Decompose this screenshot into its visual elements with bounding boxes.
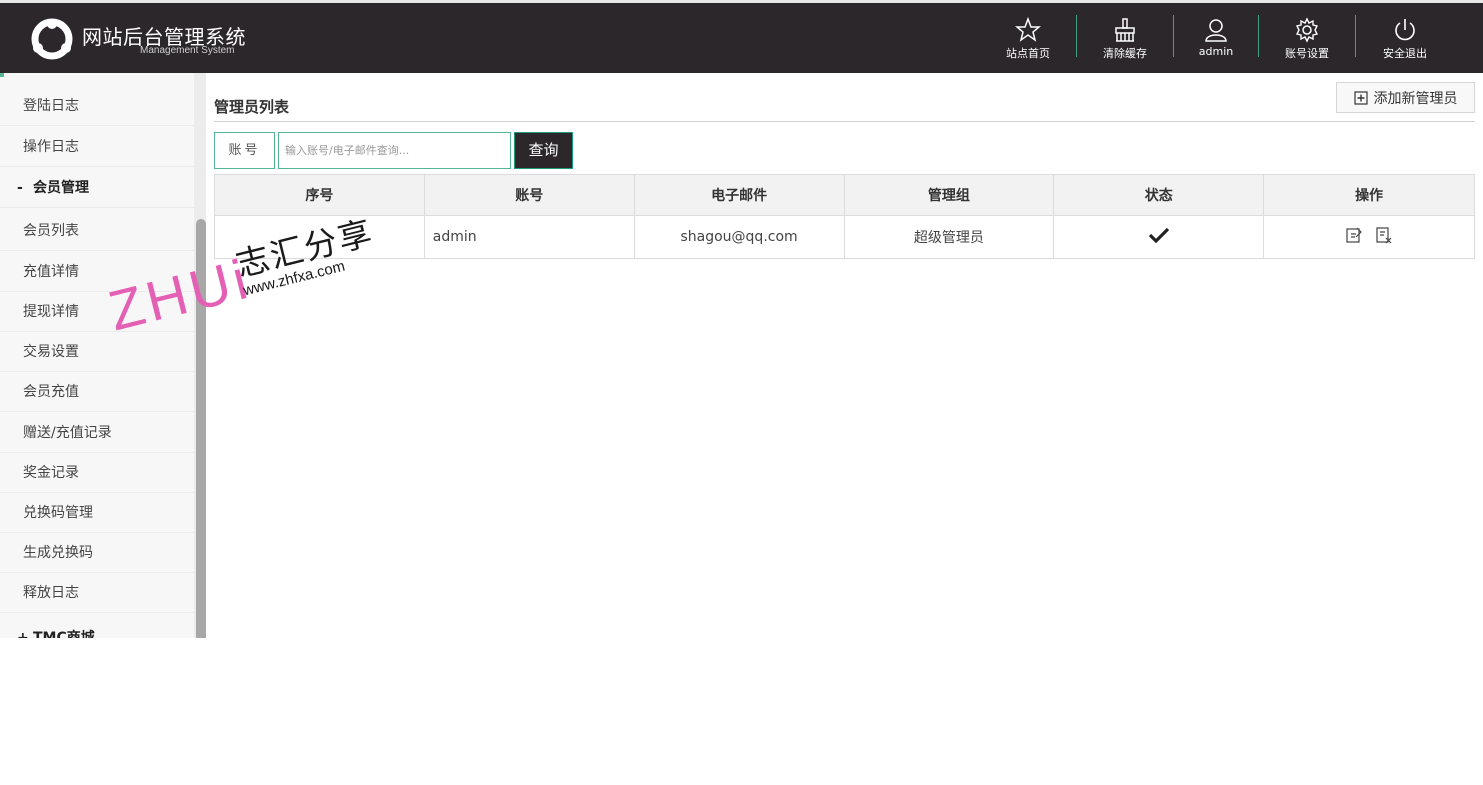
delete-icon[interactable] — [1375, 226, 1393, 244]
sidebar-item-label: 会员列表 — [23, 223, 79, 239]
nav-logout-label: 安全退出 — [1383, 47, 1427, 60]
cell-group: 超级管理员 — [843, 215, 1055, 259]
power-icon — [1395, 19, 1415, 41]
brand-subtitle: Management System — [140, 45, 235, 56]
sidebar-item-label: 奖金记录 — [23, 465, 79, 481]
cell-account: admin — [423, 215, 635, 259]
sidebar-item-trade-settings[interactable]: 交易设置 — [0, 332, 194, 372]
nav-site-home-label: 站点首页 — [1006, 47, 1050, 60]
top-header: 网站后台管理系统 Management System 站点首页 清除缓存 adm… — [0, 3, 1483, 73]
sidebar: 登陆日志 操作日志 - 会员管理 会员列表 充值详情 提现详情 交易设置 会员充值… — [0, 73, 206, 638]
sidebar-item-label: 兑换码管理 — [23, 505, 93, 521]
broom-icon — [1115, 18, 1135, 42]
nav-account-settings[interactable]: 账号设置 — [1280, 17, 1334, 61]
nav-divider — [1355, 15, 1356, 57]
sidebar-item-label: 交易设置 — [23, 344, 79, 360]
column-header: 序号 — [214, 174, 425, 216]
column-header: 电子邮件 — [633, 174, 845, 216]
search-input[interactable] — [278, 132, 511, 169]
sidebar-group-label: TMC商城 — [33, 630, 95, 638]
sidebar-item-member-recharge[interactable]: 会员充值 — [0, 372, 194, 412]
sidebar-scrollbar-thumb[interactable] — [196, 219, 206, 638]
column-header: 状态 — [1053, 174, 1265, 216]
expand-icon: + — [17, 630, 29, 638]
nav-clear-cache[interactable]: 清除缓存 — [1098, 17, 1152, 61]
column-header: 管理组 — [843, 174, 1055, 216]
admin-table: 序号 账号 电子邮件 管理组 状态 操作 admin shagou@qq.com… — [214, 174, 1475, 259]
sidebar-item-withdraw-details[interactable]: 提现详情 — [0, 292, 194, 332]
sidebar-item-label: 赠送/充值记录 — [23, 425, 112, 441]
checkmark-icon — [1148, 227, 1169, 244]
sidebar-item-member-list[interactable]: 会员列表 — [0, 211, 194, 251]
nav-account-settings-label: 账号设置 — [1285, 47, 1329, 60]
search-field-label: 账号 — [214, 132, 275, 169]
sidebar-group-tmc-mall[interactable]: + TMC商城 — [0, 618, 194, 638]
nav-site-home[interactable]: 站点首页 — [1003, 17, 1053, 61]
add-admin-button-label: 添加新管理员 — [1373, 90, 1458, 107]
table-row: admin shagou@qq.com 超级管理员 — [214, 215, 1475, 259]
sidebar-item-gift-recharge-records[interactable]: 赠送/充值记录 — [0, 413, 194, 453]
nav-divider — [1173, 15, 1174, 57]
sidebar-item-label: 释放日志 — [23, 585, 79, 601]
plus-square-icon — [1353, 90, 1368, 105]
watermark-url: www.zhfxa.com — [241, 257, 347, 300]
gear-icon — [1295, 17, 1319, 43]
sidebar-accent — [0, 73, 4, 77]
nav-divider — [1076, 15, 1077, 57]
sidebar-item-label: 操作日志 — [23, 139, 79, 155]
add-admin-button[interactable]: 添加新管理员 — [1336, 82, 1475, 113]
page-title: 管理员列表 — [214, 98, 290, 116]
sidebar-item-label: 充值详情 — [23, 264, 79, 280]
collapse-icon: - — [17, 180, 23, 196]
search-button[interactable]: 查询 — [514, 132, 573, 169]
sidebar-item-bonus-records[interactable]: 奖金记录 — [0, 453, 194, 493]
sidebar-group-label: 会员管理 — [33, 180, 89, 196]
nav-admin[interactable]: admin — [1194, 17, 1238, 61]
sidebar-group-member-management[interactable]: - 会员管理 — [0, 168, 194, 208]
cell-status — [1053, 215, 1265, 259]
cell-index — [214, 215, 425, 259]
title-divider — [214, 121, 1475, 122]
star-icon — [1015, 17, 1041, 42]
nav-divider — [1258, 15, 1259, 57]
nav-logout[interactable]: 安全退出 — [1378, 17, 1432, 61]
brand-logo-icon[interactable] — [28, 17, 76, 61]
sidebar-item-redeem-code-management[interactable]: 兑换码管理 — [0, 493, 194, 533]
cell-email: shagou@qq.com — [633, 215, 845, 259]
sidebar-item-label: 登陆日志 — [23, 98, 79, 114]
sidebar-item-login-log[interactable]: 登陆日志 — [0, 86, 194, 126]
sidebar-item-release-log[interactable]: 释放日志 — [0, 573, 194, 613]
sidebar-item-operation-log[interactable]: 操作日志 — [0, 127, 194, 167]
sidebar-item-label: 生成兑换码 — [23, 545, 93, 561]
sidebar-item-generate-redeem-code[interactable]: 生成兑换码 — [0, 533, 194, 573]
cell-actions — [1263, 215, 1475, 259]
column-header: 操作 — [1263, 174, 1475, 216]
sidebar-item-label: 会员充值 — [23, 384, 79, 400]
user-icon — [1205, 19, 1227, 42]
column-header: 账号 — [423, 174, 635, 216]
nav-admin-label: admin — [1198, 45, 1234, 58]
table-header-row: 序号 账号 电子邮件 管理组 状态 操作 — [214, 174, 1475, 216]
sidebar-item-recharge-details[interactable]: 充值详情 — [0, 252, 194, 292]
nav-clear-cache-label: 清除缓存 — [1103, 47, 1147, 60]
sidebar-item-label: 提现详情 — [23, 304, 79, 320]
edit-icon[interactable] — [1345, 226, 1363, 244]
